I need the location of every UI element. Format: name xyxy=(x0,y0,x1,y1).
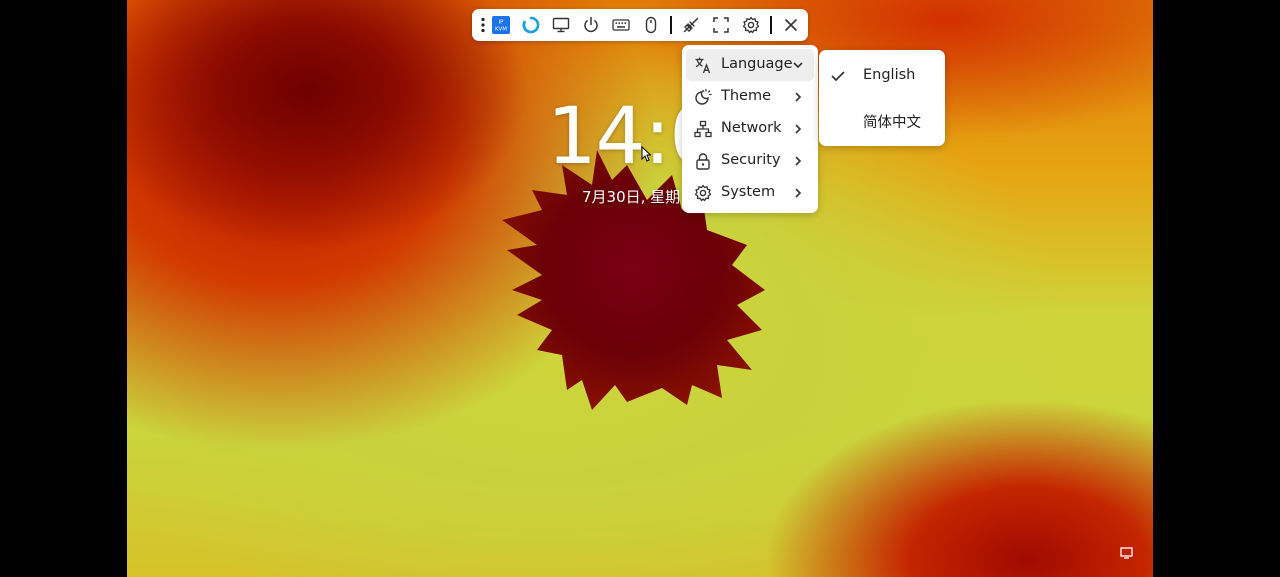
more-icon[interactable] xyxy=(474,15,492,35)
refresh-icon[interactable] xyxy=(521,15,541,35)
chevron-right-icon xyxy=(795,188,802,198)
menu-item-security[interactable]: Security xyxy=(686,145,814,177)
kvm-logo-icon[interactable]: IP KVM xyxy=(491,15,511,35)
kvm-toolbar: IP KVM xyxy=(472,9,808,41)
language-submenu: English 简体中文 xyxy=(819,50,945,146)
language-option-english[interactable]: English xyxy=(819,56,945,96)
chevron-down-icon xyxy=(793,62,803,69)
remote-desktop-screen[interactable]: 14:0 7月30日, 星期 xyxy=(127,0,1153,577)
language-option-label: 简体中文 xyxy=(863,115,921,131)
lock-icon xyxy=(696,153,710,170)
chevron-right-icon xyxy=(795,92,802,102)
menu-item-language[interactable]: Language xyxy=(686,49,814,81)
svg-text:KVM: KVM xyxy=(495,27,507,33)
menu-item-network[interactable]: Network xyxy=(686,113,814,145)
menu-item-label: Theme xyxy=(721,88,772,104)
language-option-simplified-chinese[interactable]: 简体中文 xyxy=(819,100,945,140)
keyboard-icon[interactable] xyxy=(611,15,631,35)
menu-item-system[interactable]: System xyxy=(686,177,814,209)
language-option-label: English xyxy=(863,67,916,83)
menu-item-label: Network xyxy=(721,120,782,136)
menu-item-label: System xyxy=(721,184,776,200)
checkmark-icon xyxy=(831,71,845,82)
toolbar-divider xyxy=(770,16,772,34)
chevron-right-icon xyxy=(795,156,802,166)
settings-menu: Language Theme Network Security System xyxy=(682,45,818,213)
fullscreen-icon[interactable] xyxy=(711,15,731,35)
monitor-icon[interactable] xyxy=(551,15,571,35)
chevron-right-icon xyxy=(795,124,802,134)
unplug-icon[interactable] xyxy=(681,15,701,35)
gear-icon xyxy=(694,184,712,202)
theme-icon xyxy=(695,88,712,105)
gear-icon[interactable] xyxy=(741,15,761,35)
toolbar-divider xyxy=(670,16,672,34)
translate-icon xyxy=(695,57,711,74)
menu-item-theme[interactable]: Theme xyxy=(686,81,814,113)
menu-item-label: Security xyxy=(721,152,781,168)
lock-screen-date: 7月30日, 星期 xyxy=(582,188,681,206)
menu-item-label: Language xyxy=(721,56,793,72)
close-icon[interactable] xyxy=(781,15,801,35)
svg-text:IP: IP xyxy=(499,20,505,26)
network-icon xyxy=(694,120,712,138)
power-icon[interactable] xyxy=(581,15,601,35)
mouse-icon[interactable] xyxy=(641,15,661,35)
mouse-cursor-icon xyxy=(641,146,651,162)
remote-status-icon xyxy=(1120,547,1133,559)
